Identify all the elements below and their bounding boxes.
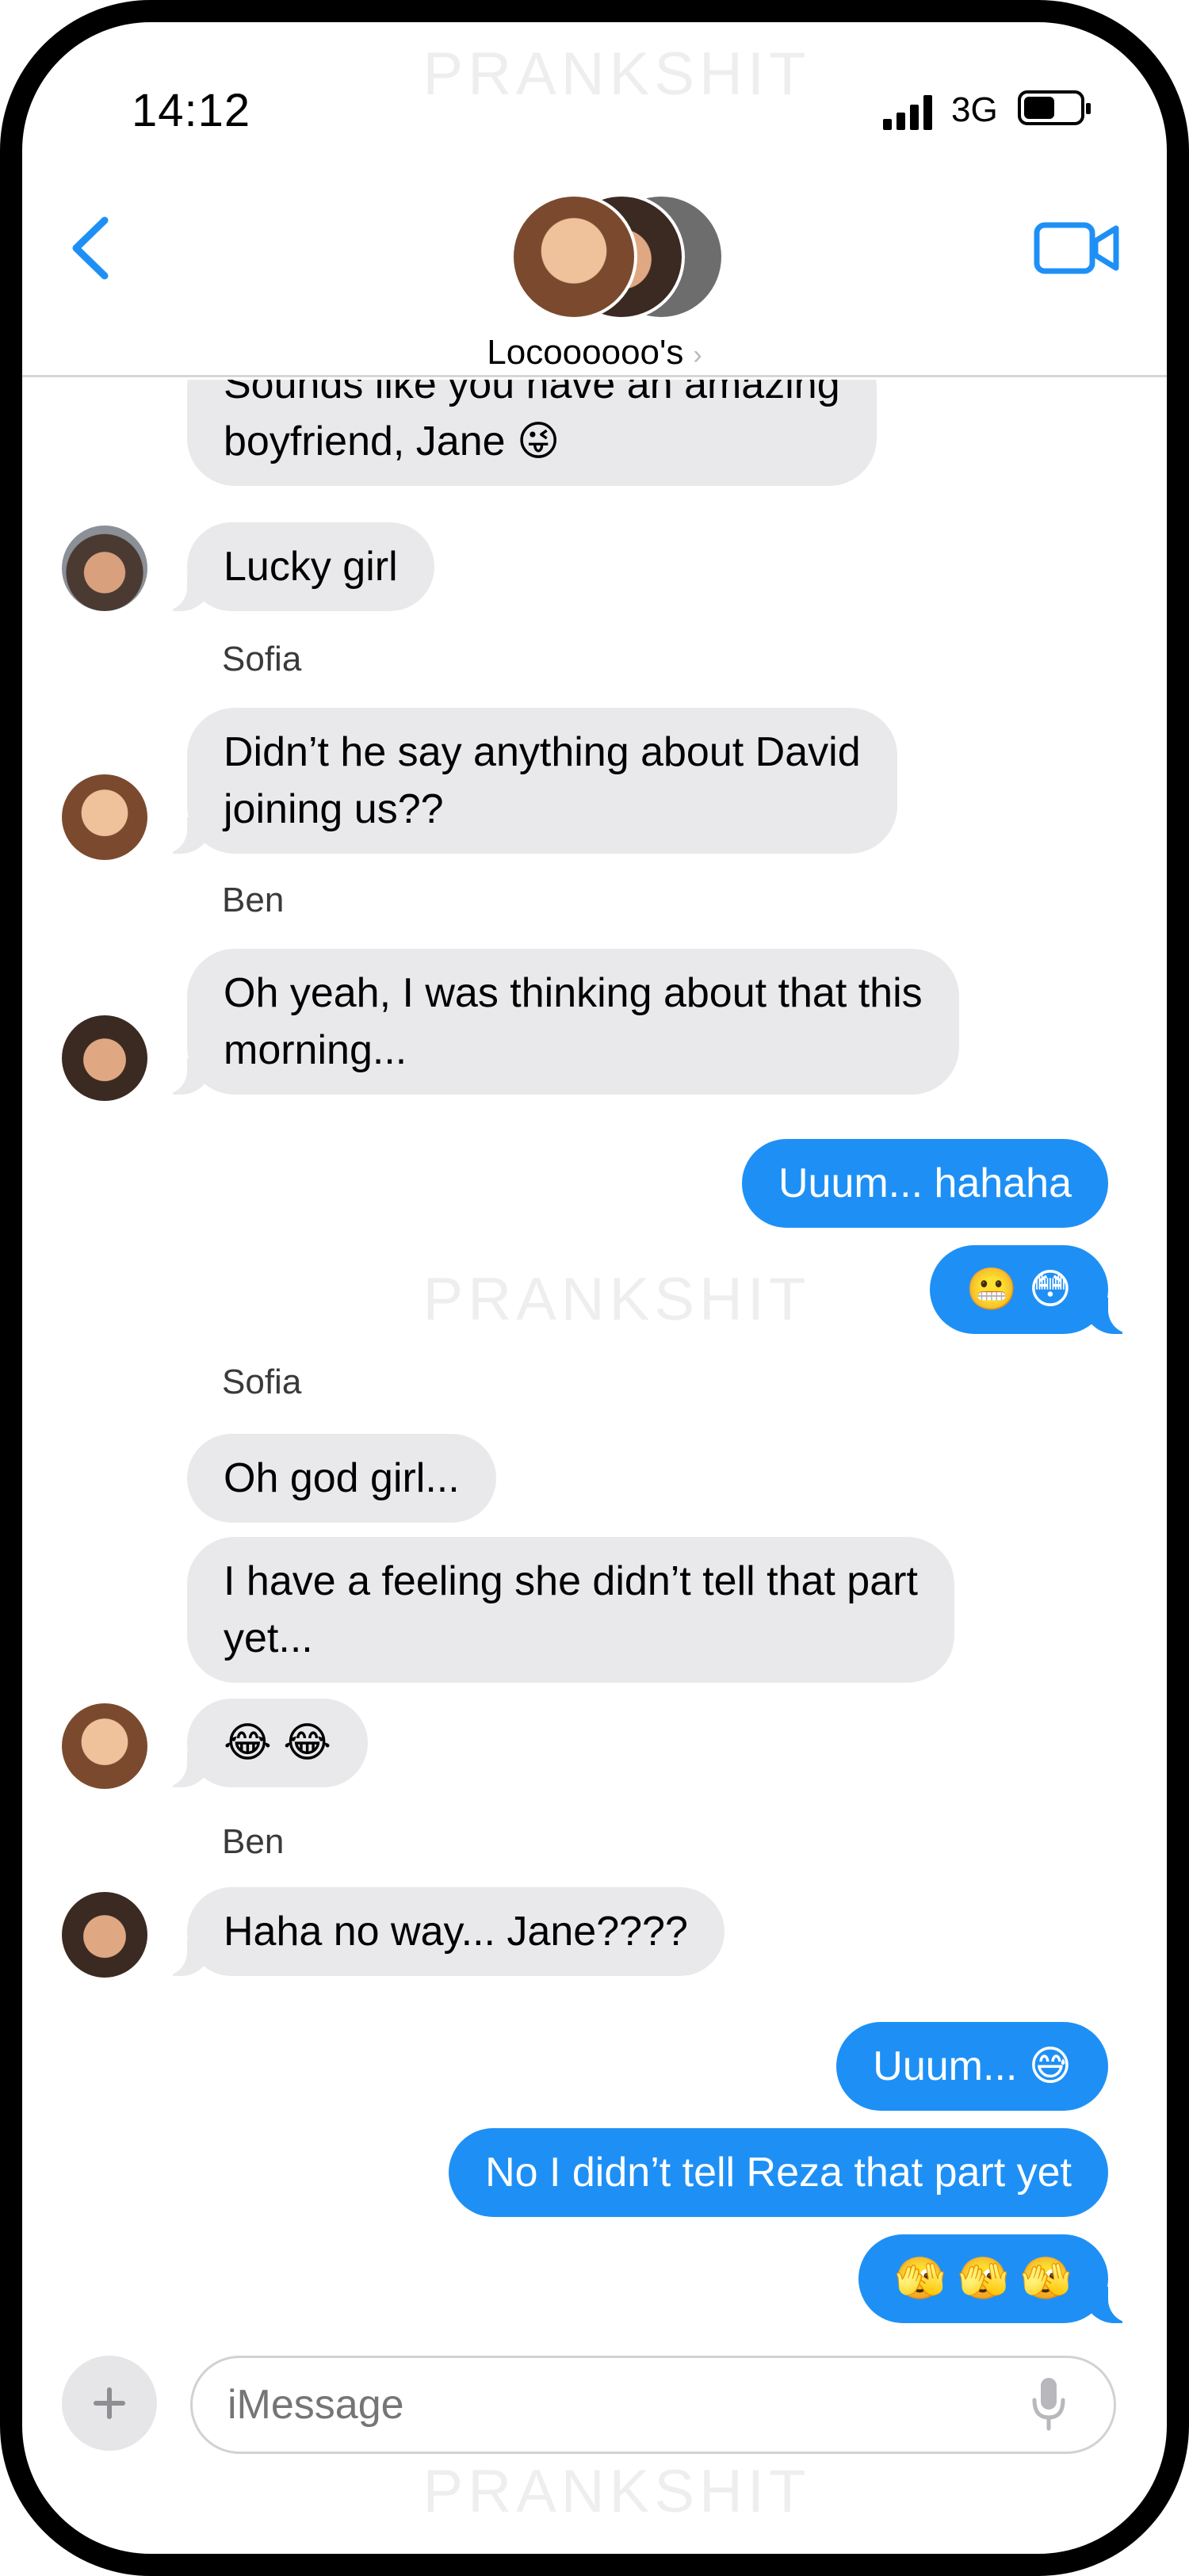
- avatar: [62, 1015, 147, 1101]
- status-time: 14:12: [132, 85, 251, 136]
- conversation-header: Locoooooo's ›: [22, 181, 1167, 377]
- group-avatar-stack[interactable]: [510, 193, 724, 320]
- message-bubble-incoming[interactable]: Didn’t he say anything about David joini…: [155, 708, 897, 854]
- message-bubble-outgoing[interactable]: Uuum... hahaha: [741, 1139, 1108, 1228]
- status-bar: 14:12 3G: [22, 22, 1167, 181]
- avatar: [62, 1703, 147, 1789]
- battery-icon: [1018, 90, 1091, 125]
- message-bubble-incoming[interactable]: Lucky girl: [155, 522, 434, 611]
- plus-icon[interactable]: [62, 2356, 157, 2451]
- network-label: 3G: [951, 90, 998, 129]
- chevron-right-icon: ›: [693, 340, 702, 370]
- message-bubble-incoming[interactable]: Haha no way... Jane????: [155, 1887, 724, 1976]
- sender-name: Ben: [222, 1822, 285, 1861]
- message-input[interactable]: [190, 2356, 1116, 2454]
- message-bubble-outgoing[interactable]: Uuum... 😅: [836, 2022, 1108, 2111]
- avatar: [62, 526, 147, 611]
- message-bubble-incoming[interactable]: Sounds like you have an amazing boyfrien…: [187, 380, 877, 486]
- microphone-icon[interactable]: [1029, 2375, 1069, 2433]
- watermark-bottom: PRANKSHIT: [422, 2458, 811, 2525]
- message-bubble-outgoing[interactable]: No I didn’t tell Reza that part yet: [449, 2128, 1108, 2217]
- message-bubble-incoming[interactable]: Oh yeah, I was thinking about that this …: [155, 949, 959, 1095]
- sender-name: Sofia: [222, 640, 302, 678]
- avatar: [62, 1892, 147, 1978]
- message-list[interactable]: Sounds like you have an amazing boyfrien…: [22, 380, 1167, 2337]
- chevron-left-icon[interactable]: [63, 212, 127, 284]
- message-bubble-incoming[interactable]: I have a feeling she didn’t tell that pa…: [187, 1537, 954, 1683]
- avatar: [62, 774, 147, 860]
- sender-name: Sofia: [222, 1363, 302, 1401]
- sender-name: Ben: [222, 881, 285, 919]
- avatar: [510, 193, 637, 320]
- message-bubble-outgoing[interactable]: 🫣 🫣 🫣: [858, 2234, 1141, 2323]
- message-bubble-incoming[interactable]: Oh god girl...: [187, 1434, 496, 1523]
- group-name[interactable]: Locoooooo's ›: [22, 333, 1167, 373]
- group-name-label: Locoooooo's: [487, 333, 684, 372]
- message-bubble-outgoing[interactable]: 😬 😳: [929, 1245, 1141, 1334]
- message-bubble-incoming[interactable]: 😂 😂: [155, 1699, 368, 1787]
- video-camera-icon[interactable]: [1034, 220, 1121, 276]
- signal-icon: [883, 95, 932, 130]
- message-composer: [22, 2352, 1167, 2463]
- phone-frame: PRANKSHIT PRANKSHIT PRANKSHIT 14:12 3G L…: [0, 0, 1189, 2576]
